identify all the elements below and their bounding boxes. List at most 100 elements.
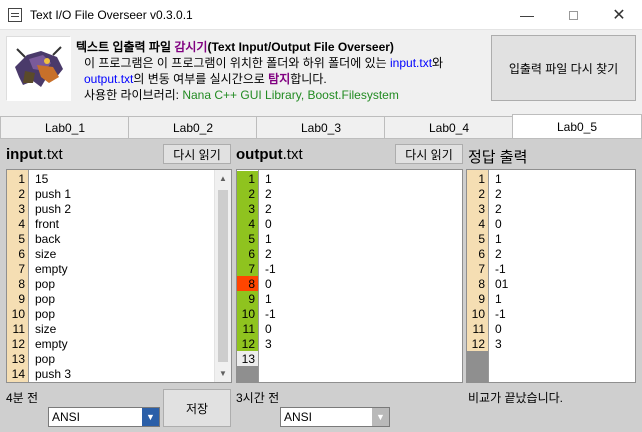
- line-number: 11: [472, 322, 485, 336]
- app-icon: [8, 8, 22, 22]
- text-line: push 3: [35, 367, 72, 381]
- output-panel-label: output.txt: [236, 146, 303, 163]
- text-line: 0: [495, 217, 502, 231]
- text-line: 2: [265, 187, 272, 201]
- chevron-down-icon[interactable]: ▼: [372, 408, 389, 426]
- header-desc-d: 합니다.: [290, 72, 327, 86]
- text-line: -1: [265, 262, 276, 276]
- window-title: Text I/O File Overseer v0.3.0.1: [30, 8, 193, 22]
- header-desc-a: 이 프로그램은 이 프로그램이 위치한 폴더와 하위 폴더에 있는: [84, 56, 391, 70]
- tab-lab0-4[interactable]: Lab0_4: [384, 116, 514, 138]
- output-gutter: 1 2 3 4 5 6 7 8 9 10 11 12 13: [237, 170, 259, 382]
- text-line: 0: [265, 217, 272, 231]
- line-number: 5: [248, 232, 255, 246]
- output-editor: 1 2 3 4 5 6 7 8 9 10 11 12 13 1 2 2 0 1 2 -1 0 1 -1 0 3: [236, 169, 463, 383]
- minimize-button[interactable]: —: [504, 0, 550, 30]
- title-bar: Text I/O File Overseer v0.3.0.1 — ✕: [0, 0, 642, 30]
- output-reload-button[interactable]: 다시 읽기: [395, 144, 463, 164]
- output-label-ext: .txt: [282, 146, 303, 163]
- scroll-up-icon[interactable]: ▲: [219, 174, 227, 183]
- text-line: pop: [35, 307, 56, 321]
- text-line: 2: [265, 247, 272, 261]
- header-input-name: input.txt: [390, 56, 433, 70]
- output-label-name: output: [236, 146, 283, 163]
- text-line: 0: [495, 322, 502, 336]
- tab-lab0-1[interactable]: Lab0_1: [0, 116, 130, 138]
- refind-files-button[interactable]: 입출력 파일 다시 찾기: [491, 35, 636, 101]
- app-logo: [6, 36, 71, 101]
- input-scrollbar[interactable]: ▲ ▼: [214, 170, 231, 382]
- line-number: 3: [478, 202, 485, 216]
- line-number: 13: [11, 352, 25, 366]
- input-label-name: input: [6, 146, 43, 163]
- text-line: 3: [265, 337, 272, 351]
- chevron-down-icon[interactable]: ▼: [142, 408, 159, 426]
- text-line: push 1: [35, 187, 72, 201]
- input-editor[interactable]: 1 2 3 4 5 6 7 8 9 10 11 12 13 14 15 push 1 push 2 front b…: [6, 169, 232, 383]
- input-encoding-value: ANSI: [52, 410, 81, 424]
- line-number: 10: [11, 307, 25, 321]
- answer-gutter: 1 2 3 4 5 6 7 8 9 10 11 12: [467, 170, 489, 382]
- line-number: 8: [478, 277, 485, 291]
- text-line: 1: [265, 232, 272, 246]
- header-libs: Nana C++ GUI Library, Boost.Filesystem: [182, 88, 399, 102]
- tab-lab0-5[interactable]: Lab0_5: [512, 114, 642, 138]
- gutter-empty-area: [467, 351, 488, 382]
- line-number: 7: [478, 262, 485, 276]
- line-number: 9: [248, 292, 255, 306]
- text-line: pop: [35, 292, 56, 306]
- text-line: empty: [35, 262, 68, 276]
- text-line: size: [35, 247, 57, 261]
- line-number: 2: [18, 187, 25, 201]
- text-line: 1: [495, 172, 502, 186]
- line-number: 1: [478, 172, 485, 186]
- line-number: 4: [248, 217, 255, 231]
- line-number: 1: [18, 172, 25, 186]
- header-line-3: output.txt의 변동 여부를 실시간으로 탐지합니다.: [84, 70, 327, 87]
- line-number: 12: [241, 337, 255, 351]
- tab-lab0-2[interactable]: Lab0_2: [128, 116, 258, 138]
- save-button[interactable]: 저장: [163, 389, 231, 427]
- text-line: empty: [35, 337, 68, 351]
- line-number: 4: [18, 217, 25, 231]
- header-title-b: 감시기: [174, 40, 208, 54]
- text-line: 1: [495, 292, 502, 306]
- text-line: 1: [265, 172, 272, 186]
- maximize-icon: [568, 10, 578, 20]
- input-reload-button[interactable]: 다시 읽기: [163, 144, 231, 164]
- line-number: 5: [478, 232, 485, 246]
- header-libs-label: 사용한 라이브러리:: [84, 88, 183, 102]
- text-line: -1: [495, 307, 506, 321]
- text-line: 0: [265, 277, 272, 291]
- close-button[interactable]: ✕: [596, 0, 642, 30]
- output-encoding-select[interactable]: ANSI ▼: [280, 407, 390, 427]
- line-number: 10: [471, 307, 485, 321]
- text-line: front: [35, 217, 60, 231]
- scroll-thumb[interactable]: [218, 190, 228, 362]
- line-number: 13: [241, 352, 255, 366]
- input-gutter: 1 2 3 4 5 6 7 8 9 10 11 12 13 14: [7, 170, 29, 382]
- line-number: 6: [248, 247, 255, 261]
- text-line: -1: [495, 262, 506, 276]
- text-line: 2: [495, 202, 502, 216]
- maximize-button[interactable]: [550, 0, 596, 30]
- input-encoding-select[interactable]: ANSI ▼: [48, 407, 160, 427]
- line-number: 2: [248, 187, 255, 201]
- text-line: 0: [265, 322, 272, 336]
- line-number: 1: [248, 172, 255, 186]
- line-number: 3: [18, 202, 25, 216]
- header-title-a: 텍스트 입출력 파일: [76, 40, 175, 54]
- text-line: pop: [35, 277, 56, 291]
- line-number: 12: [471, 337, 485, 351]
- answer-panel-label: 정답 출력: [468, 149, 528, 166]
- tab-lab0-3[interactable]: Lab0_3: [256, 116, 386, 138]
- line-number: 11: [12, 322, 25, 336]
- scroll-down-icon[interactable]: ▼: [219, 369, 227, 378]
- line-number: 14: [11, 367, 25, 381]
- output-encoding-value: ANSI: [284, 410, 313, 424]
- text-line: 3: [495, 337, 502, 351]
- text-line: 2: [495, 187, 502, 201]
- header-desc-b: 의 변동 여부를 실시간으로: [133, 72, 269, 86]
- line-number: 9: [478, 292, 485, 306]
- text-line: 01: [495, 277, 509, 291]
